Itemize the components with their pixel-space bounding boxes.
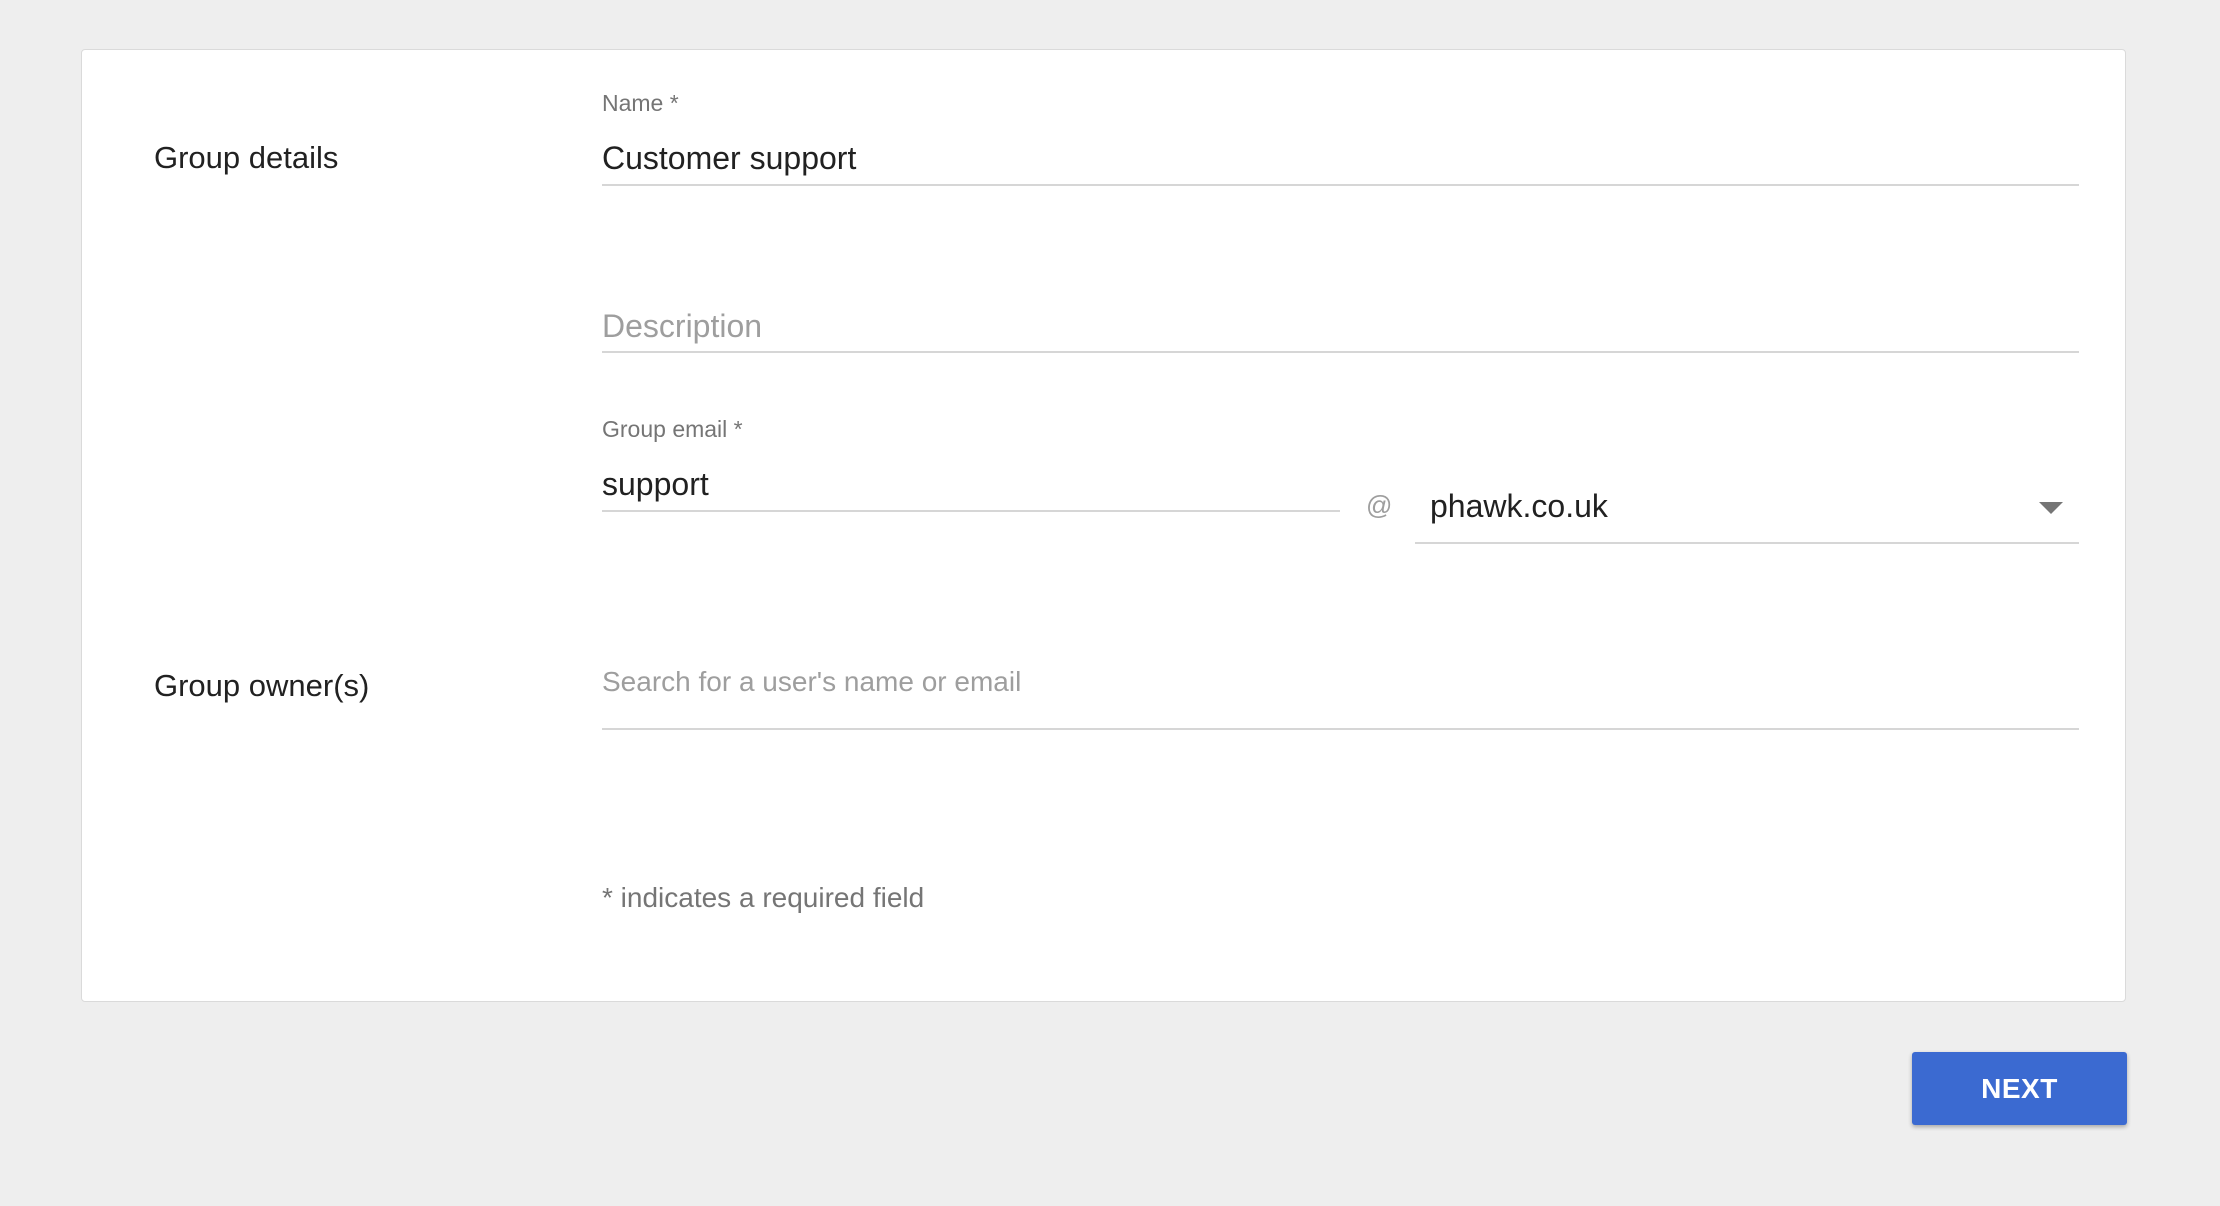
domain-select-value: phawk.co.uk [1430,488,1608,524]
group-form-card: Group details Name * Customer support De… [81,49,2126,1002]
name-label: Name * [602,90,679,116]
domain-select-underline [1415,542,2079,544]
next-button[interactable]: NEXT [1912,1052,2127,1125]
owner-search-underline [602,728,2079,730]
description-input[interactable]: Description [602,310,762,342]
chevron-down-icon [2039,502,2063,514]
owner-search-input[interactable]: Search for a user's name or email [602,668,1021,696]
group-owners-heading: Group owner(s) [154,668,370,703]
group-email-input-value[interactable]: support [602,468,709,500]
domain-select[interactable]: phawk.co.uk [1415,480,2079,542]
group-email-field-underline [602,510,1340,512]
at-symbol: @ [1366,490,1393,520]
group-details-heading: Group details [154,140,339,175]
name-input-value[interactable]: Customer support [602,142,856,174]
description-field-underline [602,351,2079,353]
group-email-label: Group email * [602,416,743,442]
name-field-underline [602,184,2079,186]
required-field-note: * indicates a required field [602,882,925,913]
